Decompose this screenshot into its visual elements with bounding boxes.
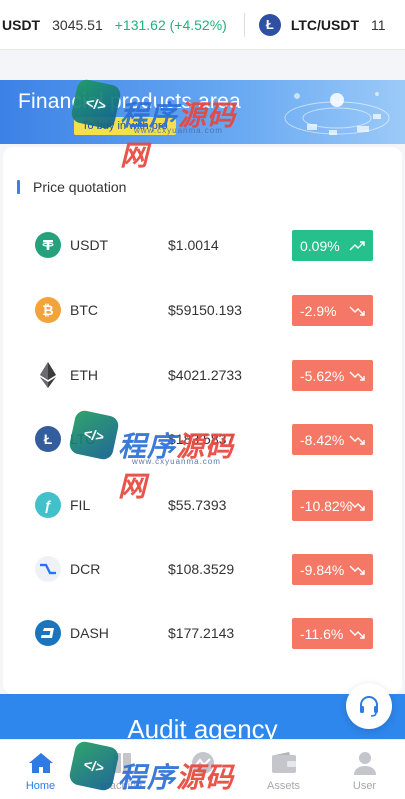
litecoin-icon: Ł (258, 13, 281, 36)
headset-icon (360, 696, 378, 717)
banner-title: Financial products area (18, 90, 241, 113)
change-value: -2.9% (300, 302, 337, 319)
change-value: -11.6% (300, 625, 344, 642)
nav-item-machine[interactable]: machine (81, 740, 162, 799)
financial-products-banner[interactable]: Financial products area To buy in with p… (0, 80, 405, 144)
change-value: 0.09% (300, 237, 340, 254)
trend-down-icon (349, 435, 365, 445)
quote-row[interactable]: ETH $4021.2733 -5.62% (3, 356, 402, 396)
home-icon (28, 750, 54, 776)
banner-subtitle: To buy in with pro (74, 117, 176, 135)
change-value: -10.82% (300, 497, 353, 514)
price-quotation-card: Price quotation USDT $1.0014 0.09% ₿ BTC… (3, 147, 402, 694)
coin-price: $1.0014 (168, 237, 219, 253)
nav-label: Home (25, 780, 56, 792)
coin-name: ETH (70, 367, 98, 383)
coin-price: $59150.193 (168, 302, 242, 318)
trend-down-icon (349, 371, 365, 381)
dcr-icon (35, 556, 61, 582)
ltc-icon: Ł (35, 426, 61, 452)
nav-label: machine (100, 780, 143, 792)
price-ticker: USDT 3045.51 +131.62 (+4.52%) Ł LTC/USDT… (0, 0, 405, 50)
coin-name: FIL (70, 497, 91, 513)
nav-item-user[interactable]: User (324, 740, 405, 799)
section-title: Price quotation (33, 179, 127, 195)
banner-illustration (284, 92, 390, 135)
quote-row[interactable]: ƒ FIL $55.7393 -10.82% (3, 486, 402, 526)
nav-label: Assets (266, 780, 300, 792)
customer-service-button[interactable] (346, 683, 392, 729)
coin-name: USDT (70, 237, 109, 253)
quote-row[interactable]: Ł LTC $183.5837 -8.42% (3, 420, 402, 460)
quote-row[interactable]: USDT $1.0014 0.09% (3, 226, 402, 266)
coin-price: $4021.2733 (168, 367, 242, 383)
section-accent-bar (17, 180, 20, 194)
trend-down-icon (349, 629, 365, 639)
ticker-divider (243, 12, 245, 37)
change-badge[interactable]: -5.62% (292, 360, 373, 391)
nav-item-home[interactable]: Home (0, 740, 81, 799)
coin-price: $108.3529 (168, 561, 235, 577)
ticker-change: +131.62 (+4.52%) (114, 16, 227, 33)
nav-label: User (352, 780, 377, 792)
ticker-symbol[interactable]: USDT (2, 17, 40, 33)
change-badge[interactable]: 0.09% (292, 230, 373, 261)
trend-down-icon (349, 306, 365, 316)
change-badge[interactable]: -10.82% (292, 490, 373, 521)
ticker-symbol[interactable]: LTC/USDT (291, 17, 359, 33)
coin-name: BTC (70, 302, 98, 318)
section-header: Price quotation (17, 179, 126, 195)
coin-name: LTC (70, 431, 96, 447)
change-badge[interactable]: -8.42% (292, 424, 373, 455)
change-badge[interactable]: -9.84% (292, 554, 373, 585)
change-badge[interactable]: -2.9% (292, 295, 373, 326)
quote-row[interactable]: ₿ BTC $59150.193 -2.9% (3, 291, 402, 331)
change-badge[interactable]: -11.6% (292, 618, 373, 649)
coin-name: DCR (70, 561, 101, 577)
machine-icon (109, 750, 135, 776)
change-value: -5.62% (300, 367, 345, 384)
ticker-price: 3045.51 (52, 16, 103, 33)
audit-title: Audit agency (127, 714, 278, 739)
audit-agency-section: Audit agency (0, 694, 405, 739)
trend-down-icon (349, 565, 365, 575)
usdt-icon (35, 232, 61, 258)
market-icon (190, 750, 216, 776)
user-icon (352, 750, 378, 776)
coin-price: $55.7393 (168, 497, 227, 513)
quote-row[interactable]: DASH $177.2143 -11.6% (3, 614, 402, 654)
bottom-navigation: Home machine Assets User (0, 739, 405, 799)
nav-item-market[interactable] (162, 740, 243, 799)
coin-price: $177.2143 (168, 625, 235, 641)
ticker-price: 11 (371, 16, 386, 33)
change-value: -8.42% (300, 431, 345, 448)
fil-icon: ƒ (35, 492, 61, 518)
dash-icon (35, 620, 61, 646)
nav-item-assets[interactable]: Assets (243, 740, 324, 799)
trend-up-icon (349, 241, 365, 251)
wallet-icon (271, 750, 297, 776)
coin-name: DASH (70, 625, 109, 641)
btc-icon: ₿ (35, 297, 61, 323)
trend-down-icon (349, 501, 365, 511)
quote-row[interactable]: DCR $108.3529 -9.84% (3, 550, 402, 590)
coin-price: $183.5837 (168, 431, 235, 447)
eth-icon (35, 362, 61, 388)
change-value: -9.84% (300, 561, 345, 578)
